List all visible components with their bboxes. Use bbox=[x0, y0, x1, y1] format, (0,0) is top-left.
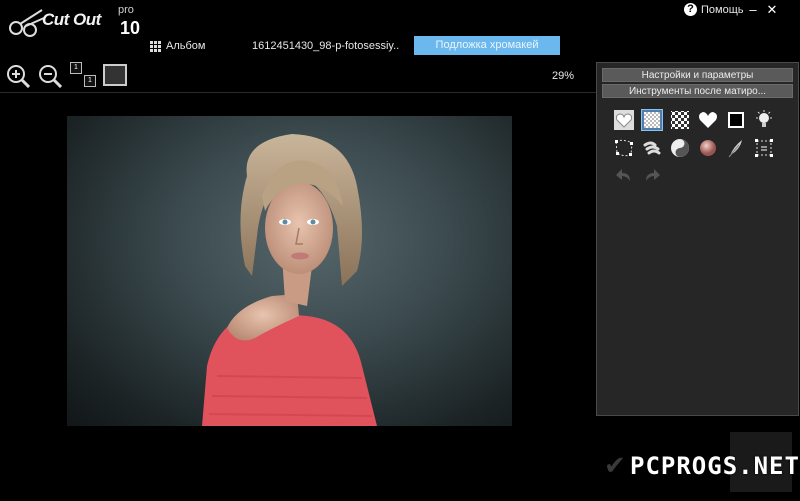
watermark: PCPROGS.NET bbox=[630, 452, 800, 480]
logo-name: Cut Out bbox=[42, 10, 101, 29]
square-icon[interactable] bbox=[725, 109, 747, 131]
logo-edition: pro bbox=[118, 4, 134, 16]
post-matting-tools-header[interactable]: Инструменты после матиро... bbox=[602, 84, 793, 98]
album-label: Альбом bbox=[166, 40, 206, 52]
scissors-icon bbox=[9, 9, 45, 37]
selection-grid-icon[interactable] bbox=[753, 137, 775, 159]
settings-header[interactable]: Настройки и параметры bbox=[602, 68, 793, 82]
feather-icon[interactable] bbox=[725, 137, 747, 159]
heart-outline-icon[interactable] bbox=[697, 109, 719, 131]
yin-yang-icon[interactable] bbox=[669, 137, 691, 159]
app-logo: Cut Out pro 10 bbox=[6, 4, 146, 38]
zoom-in-icon[interactable] bbox=[6, 64, 31, 89]
undo-icon[interactable] bbox=[613, 165, 635, 187]
actual-size-label: 1 bbox=[70, 62, 82, 74]
logo-version: 10 bbox=[120, 18, 141, 38]
chroma-key-button[interactable]: Подложка хромакей bbox=[414, 36, 560, 55]
help-button[interactable]: ? Помощь bbox=[684, 3, 744, 16]
checkmark-icon[interactable]: ✔ bbox=[604, 450, 626, 481]
heart-icon[interactable] bbox=[613, 109, 635, 131]
fit-label: 1 bbox=[84, 75, 96, 87]
zoom-out-icon[interactable] bbox=[38, 64, 63, 89]
file-name: 1612451430_98-p-fotosessiy.. bbox=[252, 40, 400, 52]
selection-points-icon[interactable] bbox=[613, 137, 635, 159]
checkerboard-icon[interactable] bbox=[669, 109, 691, 131]
help-icon: ? bbox=[684, 3, 697, 16]
sphere-icon[interactable] bbox=[697, 137, 719, 159]
help-label: Помощь bbox=[701, 3, 744, 16]
image-canvas[interactable] bbox=[67, 116, 512, 426]
redo-icon[interactable] bbox=[641, 165, 663, 187]
zoom-percent: 29% bbox=[552, 70, 575, 82]
transparency-icon[interactable] bbox=[641, 109, 663, 131]
portrait-photo bbox=[202, 134, 377, 426]
close-button[interactable]: ✕ bbox=[764, 2, 780, 18]
bulb-icon[interactable] bbox=[753, 109, 775, 131]
actual-size-icon[interactable]: 1 1 bbox=[70, 62, 96, 88]
toolbar-divider bbox=[0, 92, 596, 93]
settings-panel: Настройки и параметры Инструменты после … bbox=[596, 62, 799, 416]
minimize-button[interactable]: – bbox=[745, 2, 761, 18]
album-button[interactable]: Альбом bbox=[150, 40, 205, 52]
brush-strokes-icon[interactable] bbox=[641, 137, 663, 159]
fit-screen-icon[interactable] bbox=[103, 64, 127, 86]
grid-icon bbox=[150, 40, 161, 52]
